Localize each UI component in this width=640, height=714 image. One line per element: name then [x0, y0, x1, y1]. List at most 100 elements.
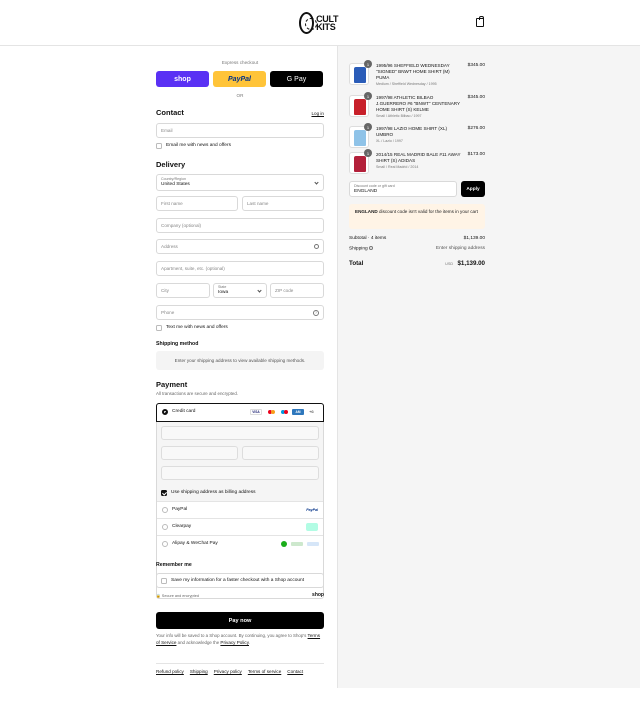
discount-value: ENGLAND: [354, 189, 378, 194]
legal-text-1: Your info will be saved to a Shop accoun…: [156, 633, 307, 638]
apply-button[interactable]: Apply: [461, 181, 485, 197]
or-divider: OR: [236, 93, 244, 98]
help-icon[interactable]: ?: [313, 310, 319, 316]
card-cvc-field[interactable]: [242, 446, 319, 460]
chevron-down-icon: [257, 288, 262, 293]
quantity-badge: 1: [364, 92, 372, 100]
item-title: 1995/96 SHEFFIELD WEDNESDAY "SIGNED" BNW…: [376, 63, 464, 87]
item-variant: XL / Lazio / 1997: [376, 139, 403, 143]
info-icon[interactable]: [369, 246, 374, 250]
shipping-method-title: Shipping method: [156, 341, 199, 347]
wechat-pay-icon: [291, 542, 303, 546]
alipay-option[interactable]: Alipay & WeChat Pay: [157, 536, 323, 553]
contact-title: Contact: [156, 108, 184, 117]
footer-shipping-link[interactable]: Shipping: [190, 669, 208, 674]
apartment-field[interactable]: Apartment, suite, etc. (optional): [156, 261, 324, 276]
clearpay-logo-icon: [306, 523, 318, 531]
footer-terms-link[interactable]: Terms of service: [248, 669, 281, 674]
paypal-option[interactable]: PayPal PayPal: [157, 502, 323, 519]
paypal-logo-icon: PayPal: [306, 508, 318, 512]
alipay-icon: [307, 542, 319, 546]
country-select[interactable]: Country/Region United States: [156, 174, 324, 191]
legal-text-2: and acknowledge the: [177, 639, 220, 645]
company-field[interactable]: Company (optional): [156, 218, 324, 233]
billing-same-label: Use shipping address as billing address: [171, 490, 256, 495]
city-field[interactable]: City: [156, 283, 210, 298]
country-value: United States: [161, 181, 190, 187]
total-row: Total USD $1,139.00: [349, 260, 485, 270]
clearpay-option-label: Clearpay: [172, 524, 192, 529]
footer-privacy-link[interactable]: Privacy policy: [214, 669, 242, 674]
payment-options: Credit card VISA AM +6 Use shipping addr…: [156, 403, 324, 599]
footer-refund-link[interactable]: Refund policy: [156, 669, 184, 674]
credit-card-option[interactable]: Credit card VISA AM +6: [156, 403, 324, 422]
card-name-field[interactable]: [161, 466, 319, 480]
shirt-image: [354, 156, 366, 172]
brand-logo[interactable]: CULT KITS: [299, 11, 343, 35]
lock-icon: 🔒: [156, 594, 161, 598]
first-name-field[interactable]: First name: [156, 196, 238, 211]
legal-text: Your info will be saved to a Shop accoun…: [156, 633, 321, 645]
address-field[interactable]: Address: [156, 239, 324, 254]
remember-me-label: Save my information for a faster checkou…: [171, 578, 305, 583]
item-name: 1997/98 ATHLETIC BILBAO J.GUERRERO #6 "B…: [376, 95, 461, 112]
email-news-checkbox[interactable]: [156, 143, 162, 149]
payment-title: Payment: [156, 380, 188, 389]
login-link[interactable]: Log in: [311, 111, 324, 116]
footer-contact-link[interactable]: Contact: [287, 669, 303, 674]
zip-field[interactable]: ZIP code: [270, 283, 324, 298]
payment-subtitle: All transactions are secure and encrypte…: [156, 391, 239, 396]
shop-pay-button[interactable]: shop: [156, 71, 209, 87]
warning-code: ENGLAND: [355, 209, 378, 214]
paypal-button[interactable]: PayPal: [213, 71, 266, 87]
total-label: Total: [349, 260, 364, 267]
last-name-field[interactable]: Last name: [242, 196, 324, 211]
item-price: $345.00: [467, 95, 485, 100]
item-variant: Medium / Sheffield Wednesday / 1995: [376, 82, 437, 86]
address-placeholder: Address: [161, 244, 178, 249]
item-price: $345.00: [467, 63, 485, 68]
text-news-checkbox[interactable]: [156, 325, 162, 331]
google-pay-button[interactable]: G Pay: [270, 71, 323, 87]
shipping-row: Shipping Enter shipping address: [349, 246, 485, 251]
subtotal-row: Subtotal · 4 items $1,139.00: [349, 236, 485, 241]
footer-links: Refund policy Shipping Privacy policy Te…: [156, 663, 324, 674]
item-title: 2014/15 REAL MADRID BALE #11 AWAY SHIRT …: [376, 152, 464, 170]
discount-code-input[interactable]: Discount code or gift card ENGLAND: [349, 181, 457, 197]
clearpay-radio[interactable]: [162, 524, 168, 530]
shopping-bag-icon[interactable]: [476, 15, 484, 27]
remember-me-box[interactable]: Save my information for a faster checkou…: [156, 573, 324, 588]
billing-same-checkbox[interactable]: [161, 490, 167, 496]
item-name: 1995/96 SHEFFIELD WEDNESDAY "SIGNED" BNW…: [376, 63, 450, 80]
privacy-link[interactable]: Privacy Policy: [220, 640, 249, 645]
credit-card-radio[interactable]: [162, 409, 168, 415]
state-select[interactable]: State Iowa: [213, 283, 267, 298]
remember-me-title: Remember me: [156, 562, 192, 568]
visa-icon: VISA: [250, 409, 262, 415]
email-field[interactable]: Email: [156, 123, 324, 138]
phone-placeholder: Phone: [161, 310, 175, 315]
pay-now-button[interactable]: Pay now: [156, 612, 324, 629]
more-cards-label: +6: [309, 409, 314, 414]
remember-me-checkbox[interactable]: [161, 578, 167, 584]
shipping-label: Shipping: [349, 246, 368, 252]
header: CULT KITS: [0, 0, 640, 46]
clearpay-option[interactable]: Clearpay: [157, 519, 323, 536]
shipping-notice: Enter your shipping address to view avai…: [156, 351, 324, 370]
card-number-field[interactable]: [161, 426, 319, 440]
line-item: 1 1997/98 ATHLETIC BILBAO J.GUERRERO #6 …: [349, 92, 485, 121]
phone-field[interactable]: Phone ?: [156, 305, 324, 320]
total-value: $1,139.00: [457, 260, 485, 267]
alipay-radio[interactable]: [162, 541, 168, 547]
warning-text: discount code isn't valid for the items …: [379, 209, 478, 214]
item-title: 1997/98 ATHLETIC BILBAO J.GUERRERO #6 "B…: [376, 95, 464, 119]
card-expiry-field[interactable]: [161, 446, 238, 460]
item-variant: Small / Athletic Bilbao / 1997: [376, 114, 422, 118]
currency-label: USD: [445, 262, 454, 266]
mastercard-icon: [266, 409, 276, 415]
paypal-radio[interactable]: [162, 507, 168, 513]
shirt-image: [354, 99, 366, 115]
shipping-value: Enter shipping address: [435, 246, 485, 251]
logo-emblem-icon: [299, 12, 318, 34]
paypal-option-label: PayPal: [172, 507, 188, 512]
